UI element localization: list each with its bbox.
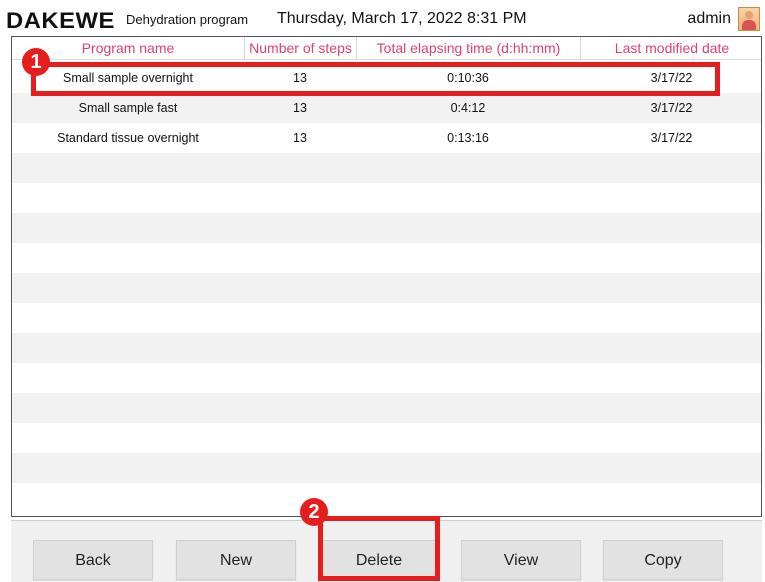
program-name-cell: Standard tissue overnight [57,131,199,145]
avatar-head [745,11,753,19]
elapsed-time-cell: 0:13:16 [447,131,489,145]
annotation-marker-2: 2 [300,498,328,526]
program-name-cell: Small sample fast [78,101,178,115]
empty-table-row [12,183,761,213]
highlight-delete-annotation [318,516,440,581]
new-button[interactable]: New [176,540,296,580]
avatar-body [742,20,756,30]
empty-table-row [12,393,761,423]
back-button[interactable]: Back [33,540,153,580]
highlight-row-annotation [31,62,720,96]
empty-table-row [12,483,761,513]
empty-table-row [12,213,761,243]
empty-table-row [12,363,761,393]
empty-table-row [12,453,761,483]
column-header-elapsed-time[interactable]: Total elapsing time (d:hh:mm) [356,37,580,59]
table-row[interactable]: Standard tissue overnight 13 0:13:16 3/17/2… [12,123,761,153]
screen-title: Dehydration program [126,12,249,27]
empty-table-row [12,273,761,303]
empty-table-row [12,423,761,453]
table-row[interactable]: Small sample fast 13 0:4:12 3/17/22 [12,93,761,123]
modified-date-cell: 3/17/22 [650,131,693,145]
annotation-marker-1: 1 [22,48,50,76]
modified-date-cell: 3/17/22 [650,101,693,115]
copy-button[interactable]: Copy [603,540,723,580]
view-button[interactable]: View [461,540,581,580]
column-header-modified-date[interactable]: Last modified date [580,37,761,59]
header-bar: DAKEWE Dehydration program Thursday, Mar… [0,0,765,36]
elapsed-time-cell: 0:4:12 [450,101,486,115]
empty-table-row [12,333,761,363]
program-table: Program name Number of steps Total elaps… [11,36,762,517]
user-name: admin [687,10,731,27]
steps-cell: 13 [293,101,307,115]
empty-table-row [12,243,761,273]
user-avatar-icon[interactable] [738,7,760,31]
steps-cell: 13 [293,131,307,145]
table-header: Program name Number of steps Total elaps… [12,37,761,60]
brand-logo: DAKEWE [6,8,115,33]
column-header-steps[interactable]: Number of steps [244,37,356,59]
app-window: DAKEWE Dehydration program Thursday, Mar… [0,0,765,582]
datetime-display: Thursday, March 17, 2022 8:31 PM [277,10,527,27]
empty-table-row [12,153,761,183]
empty-table-row [12,303,761,333]
